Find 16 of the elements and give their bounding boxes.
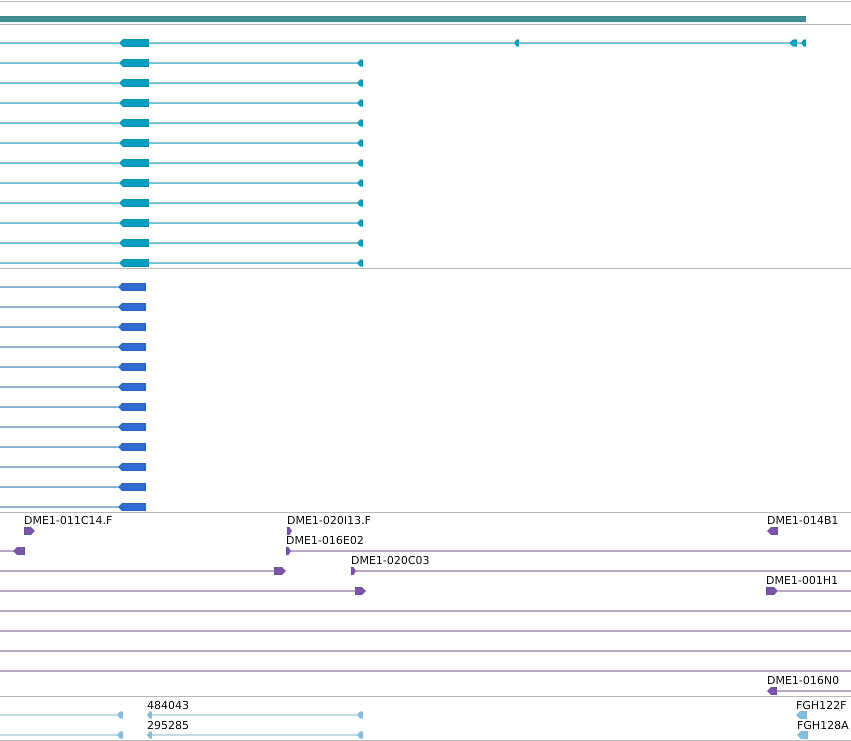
feature-glyph: [287, 527, 292, 535]
feature-glyph: [796, 711, 807, 719]
feature-label: DME1-011C14.F: [24, 514, 112, 527]
feature-label: 484043: [147, 699, 189, 712]
feature-label: DME1-016E02: [286, 534, 364, 547]
feature-label: DME1-014B1: [767, 514, 838, 527]
feature-glyph: [0, 547, 25, 555]
feature-glyph: [797, 731, 808, 739]
feature-label: DME1-016N0: [767, 674, 840, 687]
feature-label: DME1-020I13.F: [287, 514, 371, 527]
feature-label: FGH128A: [797, 719, 849, 732]
feature-label: DME1-001H1: [766, 574, 838, 587]
feature-label: 295285: [147, 719, 189, 732]
feature-label: DME1-020C03: [351, 554, 430, 567]
feature-glyph: [767, 527, 778, 535]
feature-label: FGH122F: [796, 699, 846, 712]
